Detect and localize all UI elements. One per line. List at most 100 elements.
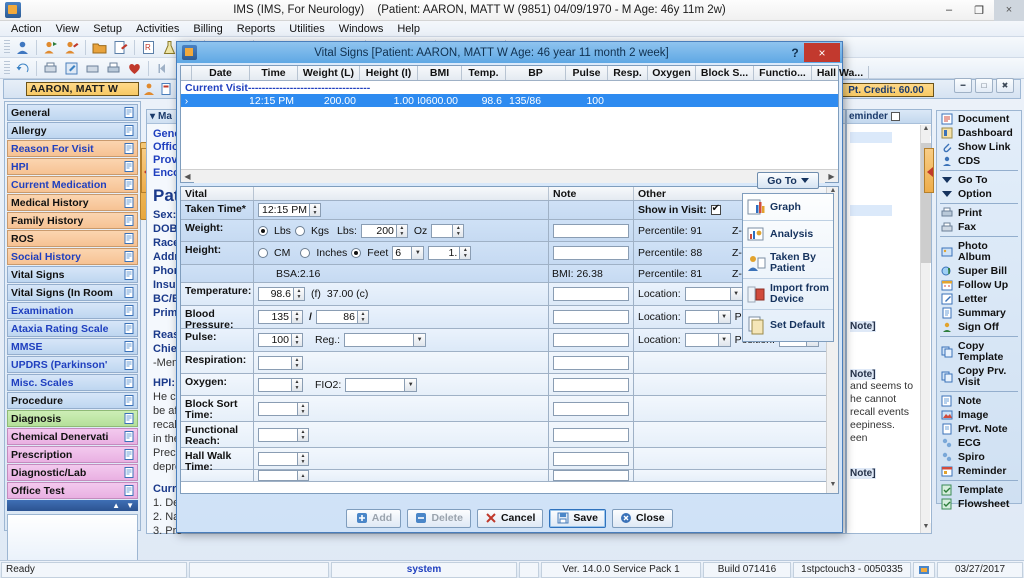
- patient-icon[interactable]: [13, 38, 32, 56]
- print-preview-icon[interactable]: [41, 59, 60, 77]
- chevron-down-icon[interactable]: ▼: [730, 288, 742, 300]
- right-sidebar-item-print[interactable]: Print: [939, 206, 1019, 220]
- sidebar-item-general[interactable]: General: [7, 104, 138, 121]
- right-sidebar-item-image[interactable]: Image: [939, 408, 1019, 422]
- right-sidebar-item-go-to[interactable]: Go To: [939, 173, 1019, 187]
- weight-oz-spinner[interactable]: ▲▼: [453, 224, 464, 238]
- chevron-down-icon[interactable]: ▼: [718, 311, 730, 323]
- menu-item-action[interactable]: Action: [4, 22, 49, 36]
- blood-pressure-note-input[interactable]: [553, 310, 629, 324]
- set-default-button[interactable]: Set Default: [743, 310, 833, 341]
- reminder-checkbox[interactable]: [891, 112, 900, 121]
- sidebar-item-current-medication[interactable]: Current Medication: [7, 176, 138, 193]
- import-from-device-button[interactable]: Import from Device: [743, 279, 833, 310]
- right-sidebar-item-dashboard[interactable]: Dashboard: [939, 126, 1019, 140]
- add-patient-icon[interactable]: [41, 38, 60, 56]
- sidebar-item-family-history[interactable]: Family History: [7, 212, 138, 229]
- grid-scroll-track[interactable]: [194, 170, 825, 183]
- document-icon[interactable]: [124, 107, 135, 118]
- temperature-spinner[interactable]: ▲▼: [294, 287, 305, 301]
- menu-item-activities[interactable]: Activities: [129, 22, 186, 36]
- grid-column-header-oxygen[interactable]: Oxygen: [648, 66, 696, 80]
- sidebar-nav-arrows[interactable]: ▲ ▼: [7, 500, 138, 511]
- grid-cell-height[interactable]: 1.00: [360, 95, 418, 107]
- sidebar-item-vital-signs[interactable]: Vital Signs: [7, 266, 138, 283]
- temperature-input[interactable]: 98.6: [258, 287, 294, 301]
- functional-reach-spinner[interactable]: ▲▼: [298, 428, 309, 442]
- partial-row-input[interactable]: [258, 470, 298, 481]
- sidebar-item-vital-signs-in-room[interactable]: Vital Signs (In Room: [7, 284, 138, 301]
- grid-column-header-height-i[interactable]: Height (I): [360, 66, 418, 80]
- right-sidebar-item-note[interactable]: Note: [939, 394, 1019, 408]
- height-unit-inches-radio[interactable]: [300, 248, 310, 258]
- right-sidebar-item-flowsheet[interactable]: Flowsheet: [939, 497, 1019, 511]
- menu-item-utilities[interactable]: Utilities: [282, 22, 331, 36]
- hall-walk-note-input[interactable]: [553, 452, 629, 466]
- menu-item-view[interactable]: View: [49, 22, 87, 36]
- right-sidebar-item-copy-prv-visit[interactable]: Copy Prv. Visit: [939, 364, 1019, 389]
- menu-item-billing[interactable]: Billing: [186, 22, 229, 36]
- height-unit-cm-radio[interactable]: [258, 248, 268, 258]
- close-dialog-button[interactable]: Close: [612, 509, 673, 528]
- right-sidebar-item-spiro[interactable]: Spiro: [939, 450, 1019, 464]
- document-icon[interactable]: [124, 377, 135, 388]
- heart-icon[interactable]: [125, 59, 144, 77]
- grid-column-header-resp[interactable]: Resp.: [608, 66, 648, 80]
- chevron-down-icon[interactable]: ▼: [413, 334, 425, 346]
- document-icon[interactable]: [124, 161, 135, 172]
- right-sidebar-item-ecg[interactable]: ECG: [939, 436, 1019, 450]
- document-icon[interactable]: [124, 359, 135, 370]
- document-icon[interactable]: [124, 197, 135, 208]
- sidebar-item-mmse[interactable]: MMSE: [7, 338, 138, 355]
- chevron-double-down-icon[interactable]: ▾: [150, 111, 155, 122]
- patient-info-icon[interactable]: [142, 82, 156, 96]
- partial-row-note-input[interactable]: [553, 470, 629, 481]
- functional-reach-input[interactable]: [258, 428, 298, 442]
- sidebar-item-diagnostic-lab[interactable]: Diagnostic/Lab: [7, 464, 138, 481]
- menu-item-windows[interactable]: Windows: [332, 22, 391, 36]
- goto-dropdown-button[interactable]: Go To: [757, 172, 819, 189]
- show-in-visit-checkbox[interactable]: [711, 205, 721, 215]
- dialog-close-button[interactable]: ×: [804, 43, 840, 62]
- right-panel-splitter-marker[interactable]: [924, 148, 934, 193]
- grid-column-header-bp[interactable]: BP: [506, 66, 566, 80]
- taken-time-input[interactable]: 12:15 PM: [258, 203, 310, 217]
- height-note-input[interactable]: [553, 246, 629, 260]
- document-icon[interactable]: [124, 179, 135, 190]
- height-inches-spinner[interactable]: ▲▼: [460, 246, 471, 260]
- hall-walk-input[interactable]: [258, 452, 298, 466]
- restore-button[interactable]: ❐: [964, 0, 994, 21]
- diastolic-spinner[interactable]: ▲▼: [358, 310, 369, 324]
- document-icon[interactable]: [124, 431, 135, 442]
- document-icon[interactable]: [124, 467, 135, 478]
- chevron-down-icon[interactable]: ▼: [718, 334, 730, 346]
- document-icon[interactable]: [124, 341, 135, 352]
- sidebar-scroll-down-icon[interactable]: ▼: [126, 501, 134, 510]
- grid-column-header-date[interactable]: Date: [192, 66, 250, 80]
- document-icon[interactable]: [124, 215, 135, 226]
- grid-column-header-functio[interactable]: Functio...: [754, 66, 812, 80]
- sidebar-item-diagnosis[interactable]: Diagnosis: [7, 410, 138, 427]
- printer-icon[interactable]: [83, 59, 102, 77]
- pulse-input[interactable]: 100: [258, 333, 292, 347]
- toolbar-grip-2[interactable]: [4, 61, 10, 76]
- grid-column-header-weight-l[interactable]: Weight (L): [298, 66, 360, 80]
- weight-note-input[interactable]: [553, 224, 629, 238]
- pulse-reg-combo[interactable]: ▼: [344, 333, 426, 347]
- right-sidebar-item-sign-off[interactable]: Sign Off: [939, 320, 1019, 334]
- fio2-combo[interactable]: ▼: [345, 378, 417, 392]
- pulse-note-input[interactable]: [553, 333, 629, 347]
- document-icon[interactable]: [124, 305, 135, 316]
- weight-oz-input[interactable]: [431, 224, 453, 238]
- document-icon[interactable]: [124, 125, 135, 136]
- delete-button[interactable]: Delete: [407, 509, 471, 528]
- cancel-button[interactable]: Cancel: [477, 509, 543, 528]
- pulse-spinner[interactable]: ▲▼: [292, 333, 303, 347]
- mdi-restore-button[interactable]: □: [975, 78, 993, 93]
- right-sidebar-item-letter[interactable]: Letter: [939, 292, 1019, 306]
- right-sidebar-item-super-bill[interactable]: Super Bill: [939, 264, 1019, 278]
- functional-reach-note-input[interactable]: [553, 428, 629, 442]
- right-sidebar-item-option[interactable]: Option: [939, 187, 1019, 201]
- scroll-down-icon[interactable]: ▼: [921, 523, 931, 534]
- chevron-down-icon[interactable]: ▼: [411, 247, 423, 259]
